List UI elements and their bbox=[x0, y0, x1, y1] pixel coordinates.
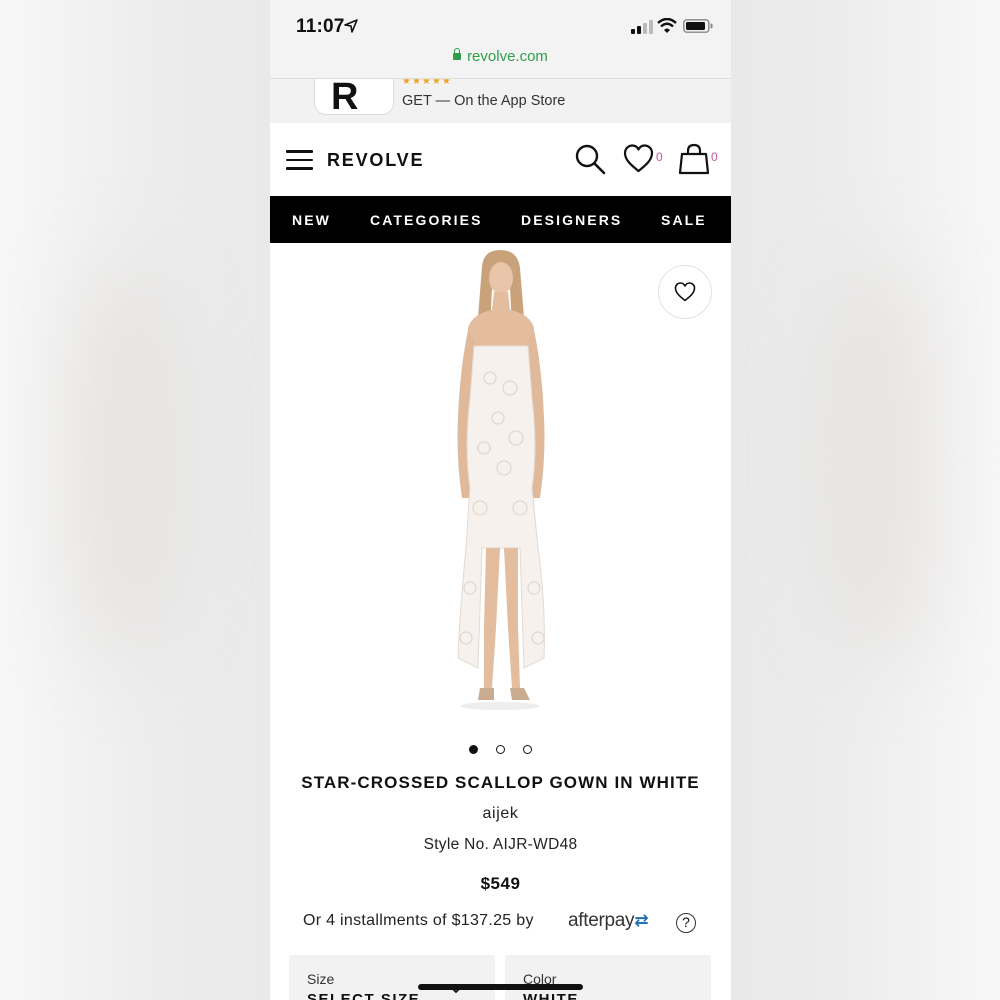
hamburger-menu-icon[interactable] bbox=[286, 150, 313, 170]
clock: 11:07 bbox=[296, 16, 345, 37]
nav-tab-designers[interactable]: DESIGNERS bbox=[521, 212, 622, 228]
rating-stars: ★★★★★ bbox=[402, 78, 452, 87]
search-icon[interactable] bbox=[574, 143, 606, 175]
product-image-gallery[interactable] bbox=[270, 243, 731, 733]
color-select[interactable]: Color WHITE bbox=[505, 955, 711, 1000]
home-indicator bbox=[418, 984, 583, 990]
nav-tab-sale[interactable]: SALE bbox=[661, 212, 707, 228]
battery-icon bbox=[683, 19, 713, 33]
wifi-icon bbox=[657, 18, 677, 33]
product-title: STAR-CROSSED SCALLOP GOWN IN WHITE bbox=[301, 773, 700, 792]
help-icon[interactable]: ? bbox=[676, 913, 696, 933]
afterpay-wordmark: afterpay bbox=[568, 910, 635, 931]
carousel-dots[interactable] bbox=[270, 741, 731, 759]
cellular-signal-icon bbox=[631, 20, 653, 34]
carousel-dot[interactable] bbox=[469, 745, 478, 754]
heart-icon bbox=[674, 282, 696, 302]
right-backdrop bbox=[731, 0, 1000, 1000]
product-photo bbox=[457, 250, 545, 710]
address-url: revolve.com bbox=[467, 48, 548, 65]
address-bar[interactable]: revolve.com bbox=[270, 48, 731, 65]
site-logo[interactable]: REVOLVE bbox=[327, 150, 424, 171]
app-icon: R bbox=[314, 79, 394, 118]
nav-tab-new[interactable]: NEW bbox=[292, 212, 331, 228]
app-icon-letter: R bbox=[331, 78, 359, 118]
afterpay-logo[interactable]: afterpay⇄ bbox=[568, 910, 649, 932]
favorite-button[interactable] bbox=[658, 265, 712, 319]
size-value: SELECT SIZE bbox=[307, 991, 421, 1000]
phone-screen: 11:07 revolve.com R ★★★★★ GET — On the A… bbox=[270, 0, 731, 1000]
wishlist-heart-icon[interactable] bbox=[623, 144, 654, 173]
size-label: Size bbox=[307, 971, 335, 987]
installments-text: Or 4 installments of $137.25 by bbox=[303, 912, 534, 929]
style-number: Style No. AIJR-WD48 bbox=[423, 836, 578, 853]
location-arrow-icon bbox=[344, 19, 358, 33]
carousel-dot[interactable] bbox=[523, 745, 532, 754]
app-store-banner[interactable]: R ★★★★★ GET — On the App Store bbox=[270, 78, 731, 124]
product-price: $549 bbox=[480, 874, 521, 893]
left-backdrop bbox=[0, 0, 270, 1000]
afterpay-mark-icon: ⇄ bbox=[634, 911, 649, 930]
category-nav: NEW CATEGORIES DESIGNERS SALE bbox=[270, 196, 731, 243]
lock-icon bbox=[453, 48, 462, 60]
wishlist-count: 0 bbox=[656, 150, 663, 164]
status-bar: 11:07 revolve.com bbox=[270, 0, 731, 80]
color-value: WHITE bbox=[523, 991, 579, 1000]
site-header: REVOLVE 0 0 bbox=[270, 123, 731, 196]
size-select[interactable]: Size SELECT SIZE bbox=[289, 955, 495, 1000]
cart-count: 0 bbox=[711, 150, 718, 164]
nav-tab-categories[interactable]: CATEGORIES bbox=[370, 212, 483, 228]
shopping-bag-icon[interactable] bbox=[678, 143, 710, 175]
product-brand[interactable]: aijek bbox=[270, 805, 731, 823]
app-store-cta[interactable]: GET — On the App Store bbox=[402, 93, 565, 109]
carousel-dot[interactable] bbox=[496, 745, 505, 754]
